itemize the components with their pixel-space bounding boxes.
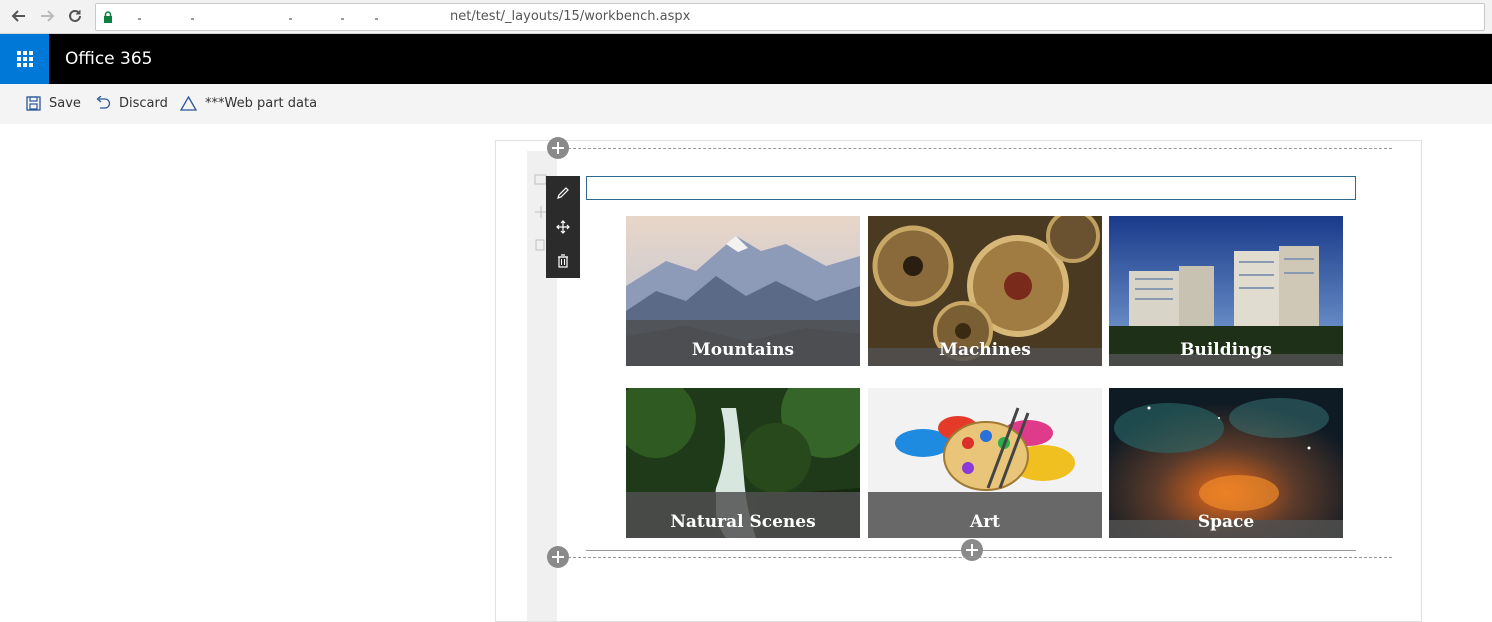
- redacted-mark: [341, 18, 344, 20]
- trash-icon: [558, 254, 568, 268]
- save-button[interactable]: Save: [26, 96, 81, 111]
- section-divider: [558, 148, 1392, 149]
- edit-webpart-button[interactable]: [546, 176, 580, 210]
- webpart-data-button[interactable]: ***Web part data: [180, 96, 317, 111]
- suite-bar: Office 365: [0, 34, 1492, 84]
- undo-icon: [96, 96, 111, 109]
- tile-art[interactable]: Art: [868, 388, 1102, 538]
- tile-label: Space: [1197, 512, 1255, 532]
- back-arrow-icon[interactable]: [8, 5, 30, 27]
- webpart-title-input[interactable]: [586, 176, 1356, 200]
- delete-webpart-button[interactable]: [546, 244, 580, 278]
- tile-label: Machines: [939, 340, 1031, 360]
- tile-label: Buildings: [1180, 340, 1272, 360]
- url-text[interactable]: net/test/_layouts/15/workbench.aspx: [450, 9, 690, 24]
- suite-title[interactable]: Office 365: [65, 49, 152, 69]
- add-section-plus-icon[interactable]: [547, 546, 569, 568]
- discard-button[interactable]: Discard: [95, 96, 168, 111]
- tile-machines[interactable]: Machines: [868, 216, 1102, 366]
- tile-space[interactable]: Space: [1109, 388, 1343, 538]
- forward-arrow-icon[interactable]: [36, 5, 58, 27]
- reload-icon[interactable]: [64, 5, 86, 27]
- address-bar[interactable]: net/test/_layouts/15/workbench.aspx: [95, 3, 1485, 31]
- add-section-plus-icon[interactable]: [547, 137, 569, 159]
- zone-delete-icon: [535, 239, 545, 251]
- move-webpart-button[interactable]: [546, 210, 580, 244]
- tile-label: Art: [970, 512, 1000, 532]
- triangle-icon: [180, 96, 197, 111]
- lock-icon: [103, 10, 113, 28]
- webpart-toolbar: [546, 176, 580, 278]
- tile-label: Mountains: [691, 340, 795, 360]
- command-bar: Save Discard ***Web part data: [0, 84, 1492, 124]
- redacted-mark: [191, 18, 194, 20]
- webpart-data-label: ***Web part data: [205, 96, 318, 111]
- waffle-icon[interactable]: [0, 34, 49, 84]
- tile-buildings[interactable]: Buildings: [1109, 216, 1343, 366]
- move-icon: [556, 220, 570, 234]
- discard-label: Discard: [119, 96, 168, 111]
- save-icon: [26, 96, 41, 111]
- workbench-canvas: Mountains Machines Buildings Natural Sce…: [495, 137, 1422, 622]
- redacted-mark: [375, 18, 378, 20]
- tile-mountains[interactable]: Mountains: [626, 216, 860, 366]
- tile-natural-scenes[interactable]: Natural Scenes: [626, 388, 860, 538]
- pencil-icon: [557, 187, 569, 199]
- tile-label: Natural Scenes: [670, 512, 816, 532]
- browser-toolbar: net/test/_layouts/15/workbench.aspx: [0, 0, 1492, 34]
- section-divider: [558, 557, 1392, 558]
- redacted-mark: [138, 18, 141, 20]
- redacted-mark: [289, 18, 292, 20]
- save-label: Save: [49, 96, 81, 111]
